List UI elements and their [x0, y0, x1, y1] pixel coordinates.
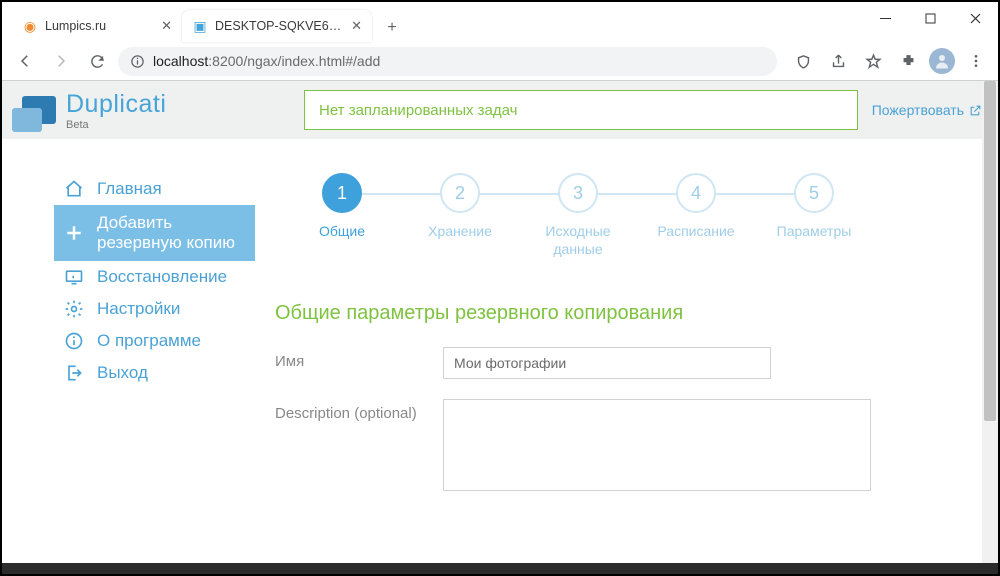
favicon-duplicati: ▣	[192, 18, 208, 34]
address-bar[interactable]: localhost:8200/ngax/index.html#/add	[118, 47, 777, 76]
sidebar-item-home[interactable]: Главная	[54, 173, 255, 205]
restore-icon	[64, 267, 84, 287]
sidebar-item-label: Добавить резервную копию	[97, 213, 245, 254]
back-button[interactable]	[10, 46, 40, 76]
forward-button[interactable]	[46, 46, 76, 76]
new-tab-button[interactable]: +	[378, 14, 406, 42]
step-storage[interactable]: 2Хранение	[401, 173, 519, 241]
brand-name: Duplicati	[66, 90, 166, 119]
sidebar-item-label: О программе	[97, 331, 201, 351]
extensions-icon[interactable]	[894, 47, 922, 75]
sidebar: Главная Добавить резервную копию Восстан…	[2, 173, 255, 563]
tab-title: DESKTOP-SQKVE64 - Duplicati	[215, 19, 344, 33]
gear-icon	[64, 299, 84, 319]
description-textarea[interactable]	[443, 399, 871, 491]
tab-title: Lumpics.ru	[45, 19, 154, 33]
favicon-lumpics: ◉	[22, 18, 38, 34]
tabstrip: ◉ Lumpics.ru ✕ ▣ DESKTOP-SQKVE64 - Dupli…	[2, 2, 998, 42]
name-input[interactable]	[443, 347, 771, 379]
tab-lumpics[interactable]: ◉ Lumpics.ru ✕	[12, 10, 182, 42]
description-label: Description (optional)	[275, 399, 443, 422]
url-text: localhost:8200/ngax/index.html#/add	[153, 53, 380, 69]
sidebar-item-label: Восстановление	[97, 267, 227, 287]
plus-icon	[64, 223, 84, 243]
brand[interactable]: Duplicati Beta	[60, 90, 304, 131]
sidebar-item-label: Главная	[97, 179, 162, 199]
profile-avatar[interactable]	[929, 48, 955, 74]
window-close-button[interactable]	[953, 2, 998, 34]
step-source[interactable]: 3Исходные данные	[519, 173, 637, 258]
step-schedule[interactable]: 4Расписание	[637, 173, 755, 241]
info-icon	[64, 331, 84, 351]
exit-icon	[64, 363, 84, 383]
sidebar-item-about[interactable]: О программе	[54, 325, 255, 357]
brand-beta: Beta	[66, 119, 166, 131]
sidebar-item-logout[interactable]: Выход	[54, 357, 255, 389]
tab-duplicati[interactable]: ▣ DESKTOP-SQKVE64 - Duplicati ✕	[182, 10, 372, 42]
bookmark-icon[interactable]	[859, 47, 887, 75]
donate-link[interactable]: Пожертвовать	[872, 102, 982, 118]
scrollbar[interactable]	[982, 81, 998, 563]
reload-button[interactable]	[82, 46, 112, 76]
section-title: Общие параметры резервного копирования	[275, 302, 968, 325]
footer-bar	[2, 563, 998, 574]
sidebar-item-add-backup[interactable]: Добавить резервную копию	[54, 205, 255, 261]
share-icon[interactable]	[824, 47, 852, 75]
step-general[interactable]: 1Общие	[283, 173, 401, 241]
close-icon[interactable]: ✕	[161, 18, 172, 34]
close-icon[interactable]: ✕	[351, 18, 362, 34]
status-banner: Нет запланированных задач	[304, 90, 858, 130]
name-label: Имя	[275, 347, 443, 370]
stepper: 1Общие 2Хранение 3Исходные данные 4Распи…	[283, 173, 968, 258]
window-minimize-button[interactable]	[863, 2, 908, 34]
sidebar-item-restore[interactable]: Восстановление	[54, 261, 255, 293]
menu-icon[interactable]	[962, 47, 990, 75]
window-maximize-button[interactable]	[908, 2, 953, 34]
home-icon	[64, 179, 84, 199]
sidebar-item-settings[interactable]: Настройки	[54, 293, 255, 325]
step-options[interactable]: 5Параметры	[755, 173, 873, 241]
info-icon	[130, 54, 145, 69]
sidebar-item-label: Выход	[97, 363, 148, 383]
translate-icon[interactable]	[789, 47, 817, 75]
sidebar-item-label: Настройки	[97, 299, 180, 319]
